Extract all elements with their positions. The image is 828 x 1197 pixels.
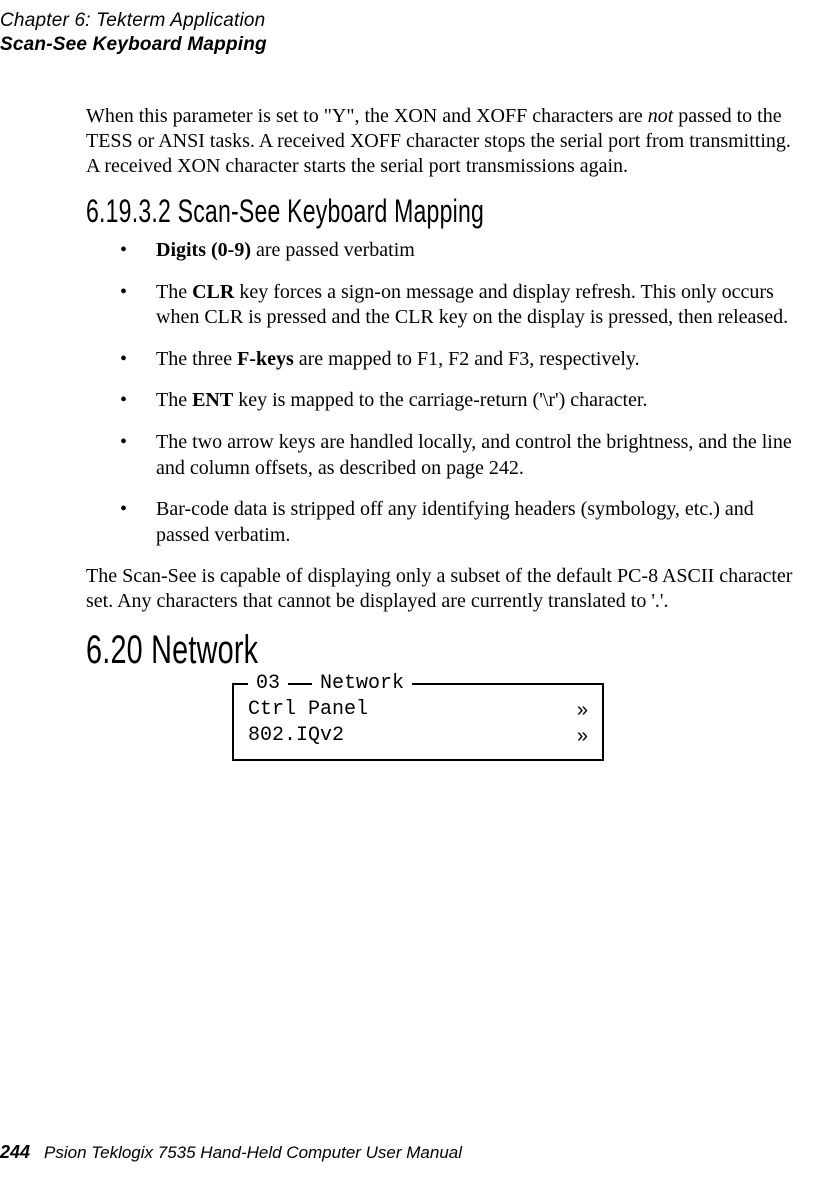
menu-border-segment (412, 683, 602, 685)
bullet-pre: The (156, 281, 192, 303)
chevron-right-icon: » (577, 697, 588, 723)
bullet-text: are passed verbatim (251, 239, 415, 261)
body-content: When this parameter is set to "Y", the X… (86, 104, 798, 761)
bullet-pre: The (156, 389, 192, 411)
bullet-text: The two arrow keys are handled locally, … (156, 431, 792, 479)
network-menu-box: 03 Network Ctrl Panel » 802.IQv2 » (232, 683, 604, 761)
menu-number: 03 (256, 672, 280, 695)
list-item: The three F-keys are mapped to F1, F2 an… (86, 347, 798, 373)
bullet-text: are mapped to F1, F2 and F3, respectivel… (294, 348, 640, 370)
subsection-heading: 6.19.3.2 Scan-See Keyboard Mapping (86, 193, 599, 230)
menu-row-label: Ctrl Panel (248, 697, 368, 723)
bullet-text: key is mapped to the carriage-return ('\… (233, 389, 647, 411)
menu-row: 802.IQv2 » (248, 723, 588, 749)
section-heading: 6.20 Network (86, 628, 599, 673)
menu-row-label: 802.IQv2 (248, 723, 344, 749)
menu-row: Ctrl Panel » (248, 697, 588, 723)
menu-border-segment (288, 683, 312, 685)
intro-text-a: When this parameter is set to "Y", the X… (86, 105, 648, 127)
bullet-list: Digits (0-9) are passed verbatim The CLR… (86, 238, 798, 548)
bullet-bold: F-keys (237, 348, 294, 370)
header-chapter: Chapter 6: Tekterm Application (0, 10, 798, 32)
bullet-bold: ENT (192, 389, 233, 411)
list-item: Bar-code data is stripped off any identi… (86, 497, 798, 548)
list-item: Digits (0-9) are passed verbatim (86, 238, 798, 264)
bullet-bold: CLR (192, 281, 234, 303)
chevron-right-icon: » (577, 723, 588, 749)
bullet-pre: The three (156, 348, 237, 370)
page-footer: 244 Psion Teklogix 7535 Hand-Held Compute… (0, 1142, 462, 1163)
after-paragraph: The Scan-See is capable of displaying on… (86, 564, 798, 614)
footer-text: Psion Teklogix 7535 Hand-Held Computer U… (44, 1143, 462, 1162)
list-item: The ENT key is mapped to the carriage-re… (86, 388, 798, 414)
bullet-text: Bar-code data is stripped off any identi… (156, 498, 754, 546)
bullet-text: key forces a sign-on message and display… (156, 281, 788, 329)
header-section: Scan-See Keyboard Mapping (0, 34, 798, 56)
menu-title-bar: 03 Network (234, 672, 602, 695)
menu-title: Network (320, 672, 404, 695)
list-item: The two arrow keys are handled locally, … (86, 430, 798, 481)
list-item: The CLR key forces a sign-on message and… (86, 280, 798, 331)
bullet-bold: Digits (0-9) (156, 239, 251, 261)
page-number: 244 (0, 1142, 30, 1162)
intro-paragraph: When this parameter is set to "Y", the X… (86, 104, 798, 179)
intro-not: not (648, 105, 674, 127)
page: Chapter 6: Tekterm Application Scan-See … (0, 0, 828, 1197)
menu-border-segment (234, 683, 248, 685)
